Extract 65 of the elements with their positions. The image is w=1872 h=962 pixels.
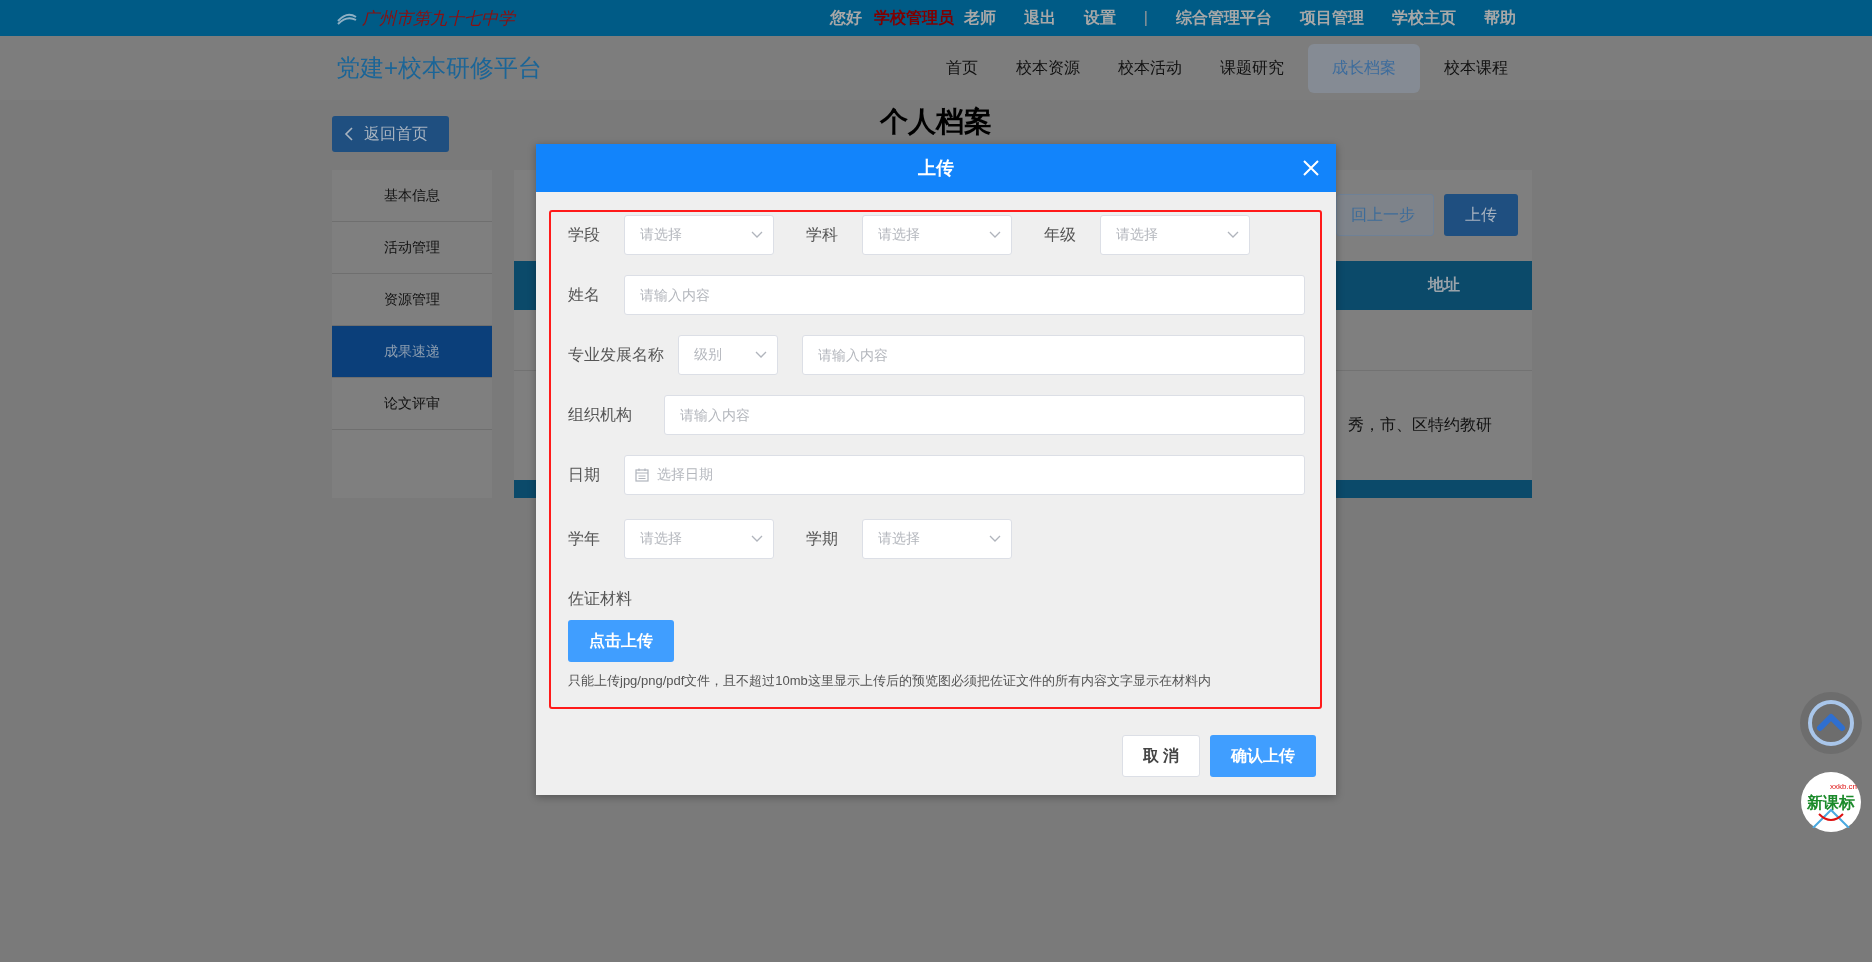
confirm-upload-button[interactable]: 确认上传 — [1210, 735, 1316, 777]
chevron-down-icon — [989, 535, 1001, 543]
date-field[interactable]: 选择日期 — [624, 455, 1305, 495]
nav-tab[interactable]: 首页 — [932, 43, 992, 93]
upload-button[interactable]: 上传 — [1444, 194, 1518, 236]
select-field[interactable]: 请选择 — [862, 215, 1012, 255]
close-icon[interactable] — [1302, 159, 1320, 177]
field-label: 年级 — [1044, 224, 1077, 245]
nav-tab[interactable]: 成长档案 — [1308, 43, 1420, 93]
site-logo[interactable]: xxkb.cn 新课标 — [1801, 772, 1861, 832]
sidebar-item[interactable]: 成果速递 — [332, 326, 492, 378]
separator: | — [1143, 9, 1148, 27]
field-label: 学段 — [568, 224, 601, 245]
column-header: 地址 — [1428, 275, 1460, 295]
field-label: 姓名 — [568, 284, 601, 305]
field-label: 学期 — [806, 528, 839, 549]
site-title: 党建+校本研修平台 — [336, 53, 542, 83]
select-field[interactable]: 级别 — [678, 335, 778, 375]
page-heading: 个人档案 — [880, 106, 992, 138]
field-label: 组织机构 — [568, 404, 632, 425]
sidebar-item[interactable]: 活动管理 — [332, 222, 492, 274]
user-title: 老师 — [963, 7, 996, 28]
user-role: 学校管理员 — [873, 7, 954, 28]
field-label: 佐证材料 — [568, 589, 632, 609]
input-field[interactable]: 请输入内容 — [624, 275, 1305, 315]
click-upload-button[interactable]: 点击上传 — [568, 620, 674, 662]
top-link[interactable]: 退出 — [1023, 7, 1056, 29]
chevron-down-icon — [751, 535, 763, 543]
nav-tab[interactable]: 校本课程 — [1430, 43, 1522, 93]
input-field[interactable]: 请输入内容 — [664, 395, 1305, 435]
sidebar-item[interactable]: 论文评审 — [332, 378, 492, 430]
calendar-icon — [635, 468, 649, 482]
nav-tab[interactable]: 课题研究 — [1206, 43, 1298, 93]
top-link[interactable]: 帮助 — [1484, 7, 1516, 29]
logo-text: 新课标 — [1807, 792, 1855, 813]
top-link[interactable]: 设置 — [1083, 7, 1116, 29]
top-link[interactable]: 综合管理平台 — [1176, 7, 1272, 29]
greeting: 您好 — [829, 7, 862, 28]
select-field[interactable]: 请选择 — [862, 519, 1012, 559]
field-label: 学年 — [568, 528, 601, 549]
dialog-title: 上传 — [918, 157, 954, 180]
back-home-button[interactable]: 返回首页 — [332, 116, 449, 152]
nav-tab[interactable]: 校本资源 — [1002, 43, 1094, 93]
cancel-button[interactable]: 取 消 — [1122, 735, 1200, 777]
input-field[interactable]: 请输入内容 — [802, 335, 1305, 375]
top-link[interactable]: 学校主页 — [1392, 7, 1456, 29]
select-field[interactable]: 请选择 — [624, 519, 774, 559]
table-cell-text: 秀，市、区特约教研 — [1348, 415, 1492, 435]
sidebar-item[interactable]: 基本信息 — [332, 170, 492, 222]
chevron-down-icon — [751, 231, 763, 239]
chevron-down-icon — [989, 231, 1001, 239]
select-field[interactable]: 请选择 — [624, 215, 774, 255]
back-to-top-icon[interactable] — [1800, 692, 1862, 754]
top-link[interactable]: 项目管理 — [1300, 7, 1364, 29]
select-field[interactable]: 请选择 — [1100, 215, 1250, 255]
field-label: 日期 — [568, 464, 601, 485]
field-label: 专业发展名称 — [568, 344, 664, 365]
logo-domain: xxkb.cn — [1829, 782, 1857, 791]
chevron-down-icon — [755, 351, 767, 359]
school-name: 广州市第九十七中学 — [362, 6, 515, 30]
field-label: 学科 — [806, 224, 839, 245]
chevron-down-icon — [1227, 231, 1239, 239]
chevron-left-icon — [344, 127, 354, 141]
nav-tab[interactable]: 校本活动 — [1104, 43, 1196, 93]
upload-hint: 只能上传jpg/png/pdf文件，且不超过10mb这里显示上传后的预览图必须把佐证文件的所有内容文字显示在材料内 — [568, 672, 1212, 690]
